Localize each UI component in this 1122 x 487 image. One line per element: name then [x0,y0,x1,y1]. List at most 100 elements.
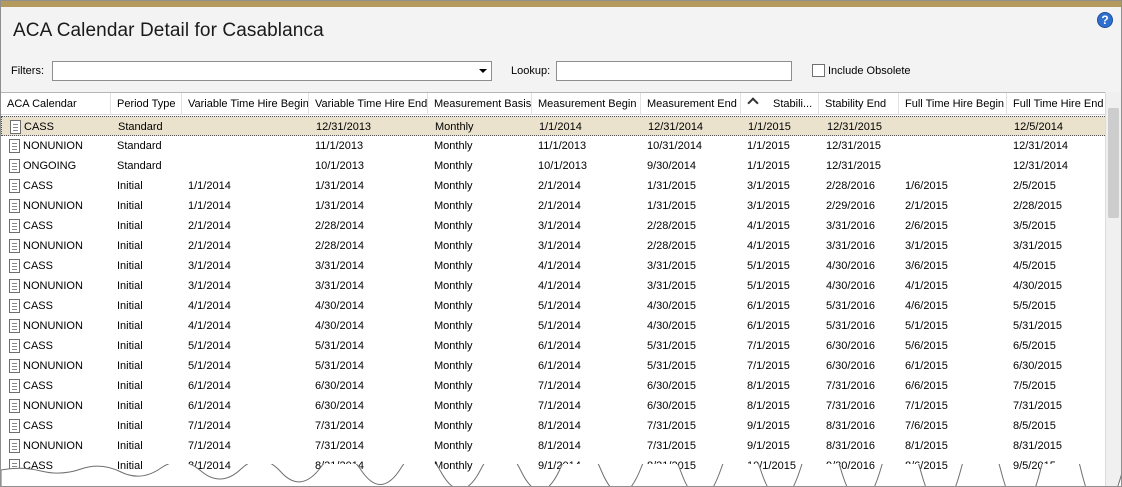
column-header[interactable]: Full Time Hire End [1007,93,1107,115]
table-row[interactable]: NONUNION Initial 7/1/2014 7/31/2014 Monthly 8… [1,436,1107,456]
table-cell: Initial [117,200,143,212]
document-icon [9,299,20,313]
table-cell: Monthly [434,220,473,232]
table-cell: 7/1/2014 [188,440,231,452]
table-row[interactable]: ONGOING Standard 10/1/2013 Monthly 10/1/2013… [1,156,1107,176]
table-row[interactable]: NONUNION Initial 6/1/2014 6/30/2014 Monthly 7… [1,396,1107,416]
table-cell: 10/1/2013 [538,160,587,172]
filters-dropdown[interactable] [52,61,492,81]
include-obsolete-checkbox[interactable] [812,64,825,77]
table-cell: 5/1/2014 [188,340,231,352]
table-cell: 2/1/2014 [188,220,231,232]
help-icon[interactable]: ? [1097,12,1113,28]
document-icon [9,159,20,173]
table-row[interactable]: CASS Standard 12/31/2013 Monthly 1/1/2014 12/… [1,116,1107,136]
document-icon [9,359,20,373]
column-header[interactable]: Measurement End [641,93,741,115]
lookup-input[interactable] [556,61,792,81]
table-cell: 5/1/2014 [538,320,581,332]
table-cell: 3/31/2016 [826,240,875,252]
table-cell: 2/6/2015 [905,220,948,232]
table-row[interactable]: NONUNION Initial 4/1/2014 4/30/2014 Monthly 5… [1,316,1107,336]
table-cell: 5/31/2015 [647,340,696,352]
column-header[interactable]: ACA Calendar [1,93,111,115]
table-row[interactable]: CASS Initial 7/1/2014 7/31/2014 Monthly 8/1/2… [1,416,1107,436]
column-header[interactable]: Full Time Hire Begin [899,93,1007,115]
table-cell: 10/1/2013 [315,160,364,172]
table-cell: Initial [117,240,143,252]
table-cell: 7/5/2015 [1013,380,1056,392]
table-cell: CASS [23,340,53,352]
table-row[interactable]: CASS Initial 6/1/2014 6/30/2014 Monthly 7/1/2… [1,376,1107,396]
table-cell: 5/6/2015 [905,340,948,352]
table-cell: 2/28/2015 [647,240,696,252]
table-row[interactable]: NONUNION Initial 3/1/2014 3/31/2014 Monthly 4… [1,276,1107,296]
table-cell: 3/1/2014 [188,260,231,272]
table-cell: 12/31/2015 [826,140,882,152]
torn-edge [1,464,1121,486]
table-cell: 11/1/2013 [315,140,364,152]
column-header[interactable]: Period Type [111,93,182,115]
table-cell: 4/1/2014 [538,280,581,292]
document-icon [9,199,20,213]
table-cell: 2/1/2015 [905,200,948,212]
table-cell: Initial [117,340,143,352]
column-header[interactable]: Variable Time Hire End [309,93,428,115]
table-row[interactable]: CASS Initial 1/1/2014 1/31/2014 Monthly 2/1/2… [1,176,1107,196]
aca-calendar-window: ACA Calendar Detail for Casablanca ? Fil… [0,0,1122,487]
table-cell: 8/1/2014 [538,420,581,432]
table-cell: 4/30/2016 [826,280,875,292]
table-cell: 2/28/2016 [826,180,875,192]
vertical-scrollbar[interactable] [1105,92,1121,486]
table-cell: 5/31/2014 [315,340,364,352]
column-header[interactable]: Stability End [819,93,899,115]
table-cell: 4/6/2015 [905,300,948,312]
table-cell: 7/31/2016 [826,380,875,392]
table-row[interactable]: NONUNION Initial 5/1/2014 5/31/2014 Monthly 6… [1,356,1107,376]
table-cell: NONUNION [23,140,83,152]
table-row[interactable]: CASS Initial 5/1/2014 5/31/2014 Monthly 6/1/2… [1,336,1107,356]
table-cell: 7/31/2014 [315,440,364,452]
table-cell: Monthly [434,440,473,452]
table-cell: 9/1/2015 [747,420,790,432]
table-cell: 3/1/2014 [538,240,581,252]
table-row[interactable]: CASS Initial 4/1/2014 4/30/2014 Monthly 5/1/2… [1,296,1107,316]
column-header[interactable]: Variable Time Hire Begin [182,93,309,115]
table-cell: 3/31/2015 [647,280,696,292]
table-cell: 2/28/2015 [647,220,696,232]
document-icon [9,399,20,413]
table-row[interactable]: NONUNION Initial 2/1/2014 2/28/2014 Monthly 3… [1,236,1107,256]
table-cell: 6/1/2015 [747,300,790,312]
table-cell: 2/5/2015 [1013,180,1056,192]
table-cell: 2/28/2014 [315,240,364,252]
document-icon [9,259,20,273]
table-cell: 6/1/2014 [538,340,581,352]
table-cell: 1/1/2014 [539,121,582,133]
table-row[interactable]: NONUNION Initial 1/1/2014 1/31/2014 Monthly 2… [1,196,1107,216]
table-cell: 12/31/2014 [1013,160,1069,172]
table-cell: 3/31/2014 [315,260,364,272]
table-cell: 5/31/2014 [315,360,364,372]
table-cell: 6/1/2014 [188,400,231,412]
table-cell: 7/1/2015 [747,340,790,352]
table-row[interactable]: NONUNION Standard 11/1/2013 Monthly 11/1/201… [1,136,1107,156]
table-row[interactable]: CASS Initial 2/1/2014 2/28/2014 Monthly 3/1/2… [1,216,1107,236]
table-cell: Initial [117,260,143,272]
column-header[interactable]: Measurement Basis [428,93,532,115]
table-cell: Monthly [435,121,474,133]
table-row[interactable]: CASS Initial 3/1/2014 3/31/2014 Monthly 4/1/2… [1,256,1107,276]
table-cell: 12/31/2014 [648,121,704,133]
scrollbar-thumb[interactable] [1108,108,1119,218]
table-cell: 7/1/2015 [747,360,790,372]
document-icon [9,339,20,353]
table-cell: 12/31/2014 [1013,140,1069,152]
chevron-down-icon[interactable] [479,69,487,73]
table-cell: 2/28/2015 [1013,200,1062,212]
table-cell: 9/30/2014 [647,160,696,172]
table-cell: NONUNION [23,280,83,292]
table-cell: 3/31/2014 [315,280,364,292]
table-cell: Monthly [434,140,473,152]
column-header[interactable]: Measurement Begin [532,93,641,115]
table-cell: 3/1/2015 [905,240,948,252]
table-cell: 3/5/2015 [1013,220,1056,232]
